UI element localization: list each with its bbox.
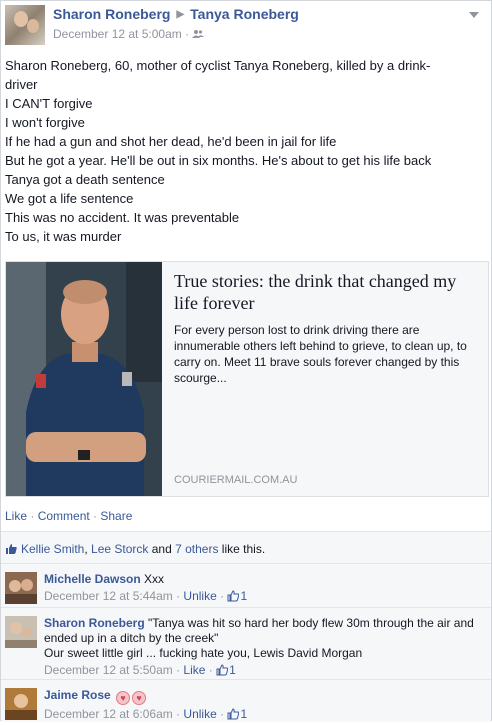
comment-text: Our sweet little girl ... fucking hate y… [44,646,363,660]
post-names: Sharon Roneberg ▶ Tanya Roneberg [53,6,299,22]
thumbs-up-icon [227,590,240,602]
liker-name[interactable]: Lee Storck [91,542,148,556]
comment-like-count[interactable]: 1 [229,663,236,677]
comment-like-count[interactable]: 1 [240,707,247,721]
attachment-photo[interactable] [6,262,162,496]
commenter-name[interactable]: Sharon Roneberg [44,616,145,630]
liker-name[interactable]: Kellie Smith [21,542,84,556]
chevron-down-icon[interactable] [465,7,483,23]
unlike-link[interactable]: Unlike [183,589,216,603]
post-meta: December 12 at 5:00am · [53,27,205,41]
like-link[interactable]: Like [183,663,205,677]
attachment-title[interactable]: True stories: the drink that changed my … [174,270,479,314]
post-line: I won't forgive [5,115,85,130]
comment-like-count[interactable]: 1 [240,589,247,603]
author-avatar[interactable] [5,5,45,45]
comment: Jaime Rose ♥ ♥ December 12 at 6:06am · Un… [1,679,491,723]
thumbs-up-icon [227,708,240,720]
likes-summary: Kellie Smith, Lee Storck and 7 others li… [1,531,491,564]
share-link[interactable]: Share [100,509,132,523]
link-attachment[interactable]: True stories: the drink that changed my … [5,261,489,497]
comments-list: Michelle Dawson Xxx December 12 at 5:44a… [1,563,491,722]
comment: Michelle Dawson Xxx December 12 at 5:44a… [1,563,491,608]
comment-link[interactable]: Comment [38,509,90,523]
commenter-avatar[interactable] [5,688,37,720]
post-line: Tanya got a death sentence [5,172,165,187]
post-line: If he had a gun and shot her dead, he'd … [5,134,337,149]
like-link[interactable]: Like [5,509,27,523]
heart-emoji-icon: ♥ [132,691,147,705]
facebook-post: Sharon Roneberg ▶ Tanya Roneberg December … [0,0,492,722]
post-line: But he got a year. He'll be out in six m… [5,153,432,168]
attachment-description: For every person lost to drink driving t… [174,323,467,385]
unlike-link[interactable]: Unlike [183,707,216,721]
commenter-name[interactable]: Jaime Rose [44,688,111,702]
thumbs-up-icon [6,544,17,554]
post-timestamp[interactable]: December 12 at 5:00am [53,27,182,41]
commenter-avatar[interactable] [5,616,37,648]
commenter-name[interactable]: Michelle Dawson [44,572,141,586]
attachment-source: COURIERMAIL.COM.AU [174,474,298,486]
post-line: This was no accident. It was preventable [5,210,240,225]
post-line: I CAN'T forgive [5,96,93,111]
post-line: driver [5,77,38,92]
post-actions: Like · Comment · Share [5,509,133,523]
arrow-right-icon: ▶ [176,9,185,20]
comment-text: Xxx [144,572,165,586]
post-line: To us, it was murder [5,229,122,244]
post-header: Sharon Roneberg ▶ Tanya Roneberg December … [5,5,487,47]
post-line: Sharon Roneberg, 60, mother of cyclist T… [5,58,431,73]
others-link[interactable]: 7 others [175,542,218,556]
commenter-avatar[interactable] [5,572,37,604]
comment: Sharon Roneberg "Tanya was hit so hard h… [1,607,491,680]
target-name[interactable]: Tanya Roneberg [190,6,299,22]
comment-time[interactable]: December 12 at 5:44am [44,589,173,603]
comment-time[interactable]: December 12 at 5:50am [44,663,173,677]
post-line: We got a life sentence [5,191,134,206]
author-name[interactable]: Sharon Roneberg [53,6,170,22]
friends-icon[interactable] [192,29,205,39]
comment-time[interactable]: December 12 at 6:06am [44,707,173,721]
heart-emoji-icon: ♥ [116,691,131,705]
post-body: Sharon Roneberg, 60, mother of cyclist T… [5,56,485,246]
thumbs-up-icon [216,664,229,676]
